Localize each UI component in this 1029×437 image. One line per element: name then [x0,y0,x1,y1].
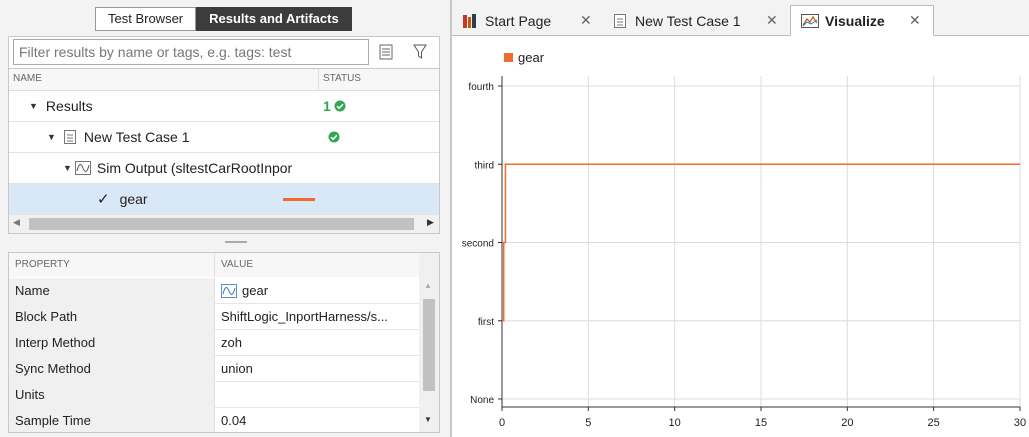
list-view-icon[interactable] [375,41,397,63]
close-icon[interactable]: ✕ [766,12,778,29]
x-tick-label: 30 [1014,417,1026,429]
signal-wave-icon [221,284,237,298]
collapse-arrow-icon[interactable]: ▼ [29,101,38,111]
tree-row-label: New Test Case 1 [83,129,190,145]
y-tick-label: first [478,317,494,328]
property-name: Sample Time [9,408,215,432]
property-header-row: PROPERTY VALUE [9,253,419,277]
property-value[interactable]: union [215,356,419,382]
property-row-units[interactable]: Units [9,382,419,408]
signal-wave-icon [74,161,91,175]
collapse-arrow-icon[interactable]: ▼ [47,132,56,142]
y-tick-label: None [470,395,494,406]
tree-row-test-case[interactable]: ▼ New Test Case 1 [9,122,439,153]
property-name: Units [9,382,215,408]
tree-row-gear[interactable]: ✓ gear [9,184,439,215]
scrollbar-thumb[interactable] [29,218,414,230]
pass-check-icon [328,131,340,143]
tab-new-test-case-1[interactable]: New Test Case 1 ✕ [604,5,784,36]
property-row-interp-method[interactable]: Interp Method zoh [9,330,419,356]
left-panel: Test Browser Results and Artifacts NAME … [0,0,450,437]
x-tick-label: 25 [928,417,940,429]
x-tick-label: 15 [755,417,767,429]
panel-tabs: Test Browser Results and Artifacts [95,7,352,31]
legend-swatch [504,53,513,62]
chart-legend[interactable]: gear [504,50,544,65]
panel-splitter[interactable] [225,241,247,243]
name-column-header[interactable]: NAME [9,69,319,91]
property-row-name[interactable]: Name gear [9,278,419,304]
document-icon [614,13,626,28]
x-tick-label: 20 [841,417,853,429]
check-icon[interactable]: ✓ [97,190,110,208]
scroll-left-icon[interactable]: ◀ [13,217,20,228]
legend-label: gear [518,50,545,65]
property-row-block-path[interactable]: Block Path ShiftLogic_InportHarness/s... [9,304,419,330]
scroll-up-icon[interactable]: ▲ [424,281,432,290]
tab-start-page[interactable]: Start Page ✕ [452,5,600,36]
gear-signal-plot[interactable]: None first second third fourth 0 5 10 15 20 25 30 [452,0,1029,437]
tab-visualize[interactable]: Visualize ✕ [790,5,934,36]
signal-color-line [283,198,315,201]
scroll-down-icon[interactable]: ▼ [424,415,432,424]
property-row-sample-time[interactable]: Sample Time 0.04 [9,408,419,432]
property-value[interactable]: zoh [215,330,419,356]
y-tick-label: fourth [468,82,494,93]
tab-results-and-artifacts[interactable]: Results and Artifacts [196,7,352,31]
property-value: gear [215,278,419,304]
status-column-header[interactable]: STATUS [319,69,439,91]
property-value-text: gear [242,283,269,298]
filter-bar [8,36,440,68]
tab-label: New Test Case 1 [635,12,741,29]
y-tick-label: second [462,239,494,250]
series-line-gear [502,163,1020,322]
tree-row-sim-output[interactable]: ▼ Sim Output (sltestCarRootInpor [9,153,439,184]
close-icon[interactable]: ✕ [580,12,592,29]
property-name: Interp Method [9,330,215,356]
tab-label: Visualize [825,12,885,29]
y-tick-label: third [475,160,494,171]
test-case-document-icon [63,130,76,144]
filter-funnel-icon[interactable] [409,41,431,63]
property-value[interactable] [215,382,419,408]
x-tick-label: 0 [499,417,505,429]
tree-row-label: gear [119,191,148,207]
tree-row-results[interactable]: ▼ Results 1 [9,91,439,122]
x-tick-label: 5 [585,417,591,429]
visualize-panel: Start Page ✕ New Test Case 1 ✕ Visualize… [452,0,1029,437]
close-icon[interactable]: ✕ [909,12,921,29]
pass-count: 1 [323,98,331,114]
filter-results-input[interactable] [13,39,369,65]
tree-row-label: Results [45,98,93,114]
x-tick-label: 10 [669,417,681,429]
property-value[interactable]: 0.04 [215,408,419,432]
tab-test-browser[interactable]: Test Browser [95,7,197,31]
vertical-scrollbar[interactable]: ▲ ▼ [419,253,439,432]
visualize-chart-icon [801,13,819,28]
property-row-sync-method[interactable]: Sync Method union [9,356,419,382]
horizontal-scrollbar[interactable]: ◀ ▶ [9,215,439,233]
pass-check-icon [334,100,346,112]
scrollbar-thumb[interactable] [423,299,435,391]
property-table: PROPERTY VALUE Name gear Block Path Shif… [8,252,440,433]
property-name: Block Path [9,304,215,330]
property-name: Name [9,278,215,304]
tree-row-label: Sim Output (sltestCarRootInpor [96,160,293,176]
property-value: ShiftLogic_InportHarness/s... [221,309,388,324]
property-name: Sync Method [9,356,215,382]
document-tab-bar: Start Page ✕ New Test Case 1 ✕ Visualize… [452,0,1029,36]
tab-label: Start Page [485,12,552,29]
collapse-arrow-icon[interactable]: ▼ [63,163,72,173]
results-tree: NAME STATUS ▼ Results 1 ▼ New Test Case … [8,68,440,234]
scroll-right-icon[interactable]: ▶ [427,217,434,228]
property-column-header[interactable]: PROPERTY [9,253,215,277]
value-column-header[interactable]: VALUE [215,253,419,277]
start-page-icon [463,13,476,28]
